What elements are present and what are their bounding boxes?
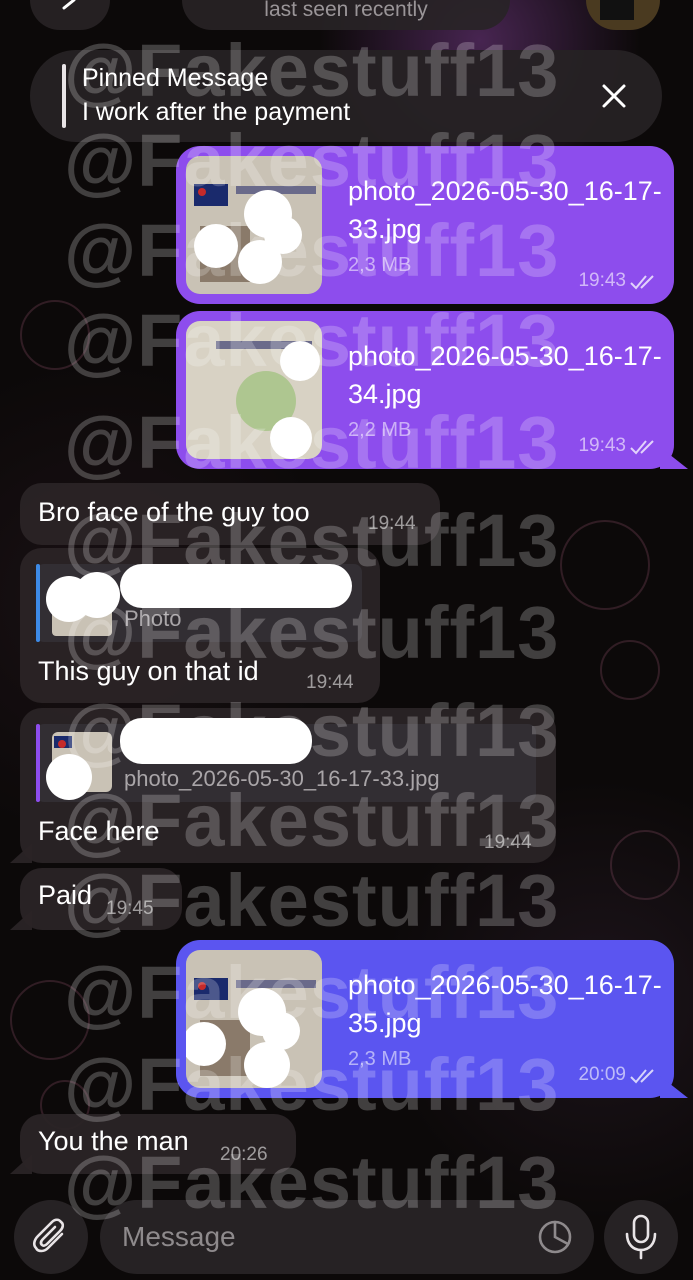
read-ticks-icon	[630, 440, 654, 455]
sticker-icon[interactable]	[536, 1218, 574, 1256]
message-time: 20:26	[220, 1144, 268, 1165]
incoming-reply-message[interactable]: Photo This guy on that id 19:44	[20, 548, 380, 703]
file-thumbnail[interactable]	[186, 156, 322, 294]
message-time: 20:09	[578, 1064, 626, 1085]
pinned-title: Pinned Message	[82, 64, 269, 92]
file-thumbnail[interactable]	[186, 321, 322, 459]
pinned-indicator	[62, 64, 66, 128]
incoming-message[interactable]: You the man 20:26	[10, 1114, 296, 1174]
file-size: 2,3 MB	[348, 1048, 412, 1070]
read-ticks-icon	[630, 275, 654, 290]
close-icon[interactable]	[596, 78, 632, 114]
file-size: 2,3 MB	[348, 254, 412, 276]
message-text: Paid	[38, 880, 93, 910]
incoming-message[interactable]: Bro face of the guy too 19:44	[20, 483, 440, 545]
file-name: photo_2026-05-30_16-17-34.jpg	[348, 341, 662, 409]
message-text: You the man	[38, 1126, 189, 1156]
message-time: 19:44	[306, 672, 354, 693]
back-chevron-icon	[62, 0, 76, 10]
outgoing-file-message[interactable]: photo_2026-05-30_16-17-35.jpg 2,3 MB 20:…	[176, 940, 688, 1098]
pinned-text: I work after the payment	[82, 98, 351, 126]
file-name: photo_2026-05-30_16-17-35.jpg	[348, 970, 662, 1038]
outgoing-file-message[interactable]: photo_2026-05-30_16-17-33.jpg 2,3 MB 19:…	[176, 146, 674, 304]
incoming-message[interactable]: Paid 19:45	[10, 868, 182, 930]
message-input[interactable]	[122, 1218, 522, 1256]
outgoing-file-message[interactable]: photo_2026-05-30_16-17-34.jpg 2,2 MB 19:…	[176, 311, 688, 469]
file-size: 2,2 MB	[348, 419, 412, 441]
reply-label: photo_2026-05-30_16-17-33.jpg	[124, 766, 440, 791]
chat-header[interactable]: last seen recently	[182, 0, 510, 30]
read-ticks-icon	[630, 1069, 654, 1084]
microphone-icon	[625, 1214, 657, 1260]
attach-paperclip-icon	[32, 1218, 65, 1253]
message-time: 19:45	[106, 898, 154, 919]
reply-preview[interactable]: Photo	[36, 564, 362, 642]
message-text: This guy on that id	[38, 656, 259, 686]
last-seen-status: last seen recently	[264, 0, 428, 21]
incoming-reply-message[interactable]: photo_2026-05-30_16-17-33.jpg Face here …	[10, 708, 556, 863]
reply-label: Photo	[124, 606, 182, 631]
message-time: 19:43	[578, 435, 626, 456]
message-text: Bro face of the guy too	[38, 497, 310, 527]
message-time: 19:44	[484, 832, 532, 853]
file-thumbnail[interactable]	[186, 950, 322, 1088]
file-name: photo_2026-05-30_16-17-33.jpg	[348, 176, 662, 244]
message-input-container[interactable]	[100, 1200, 594, 1274]
pinned-message-bar[interactable]: Pinned Message I work after the payment	[30, 50, 662, 142]
message-text: Face here	[38, 816, 160, 846]
attach-button[interactable]	[14, 1200, 88, 1274]
reply-preview[interactable]: photo_2026-05-30_16-17-33.jpg	[36, 718, 536, 802]
message-time: 19:44	[368, 513, 416, 534]
voice-record-button[interactable]	[604, 1200, 678, 1274]
message-time: 19:43	[578, 270, 626, 291]
